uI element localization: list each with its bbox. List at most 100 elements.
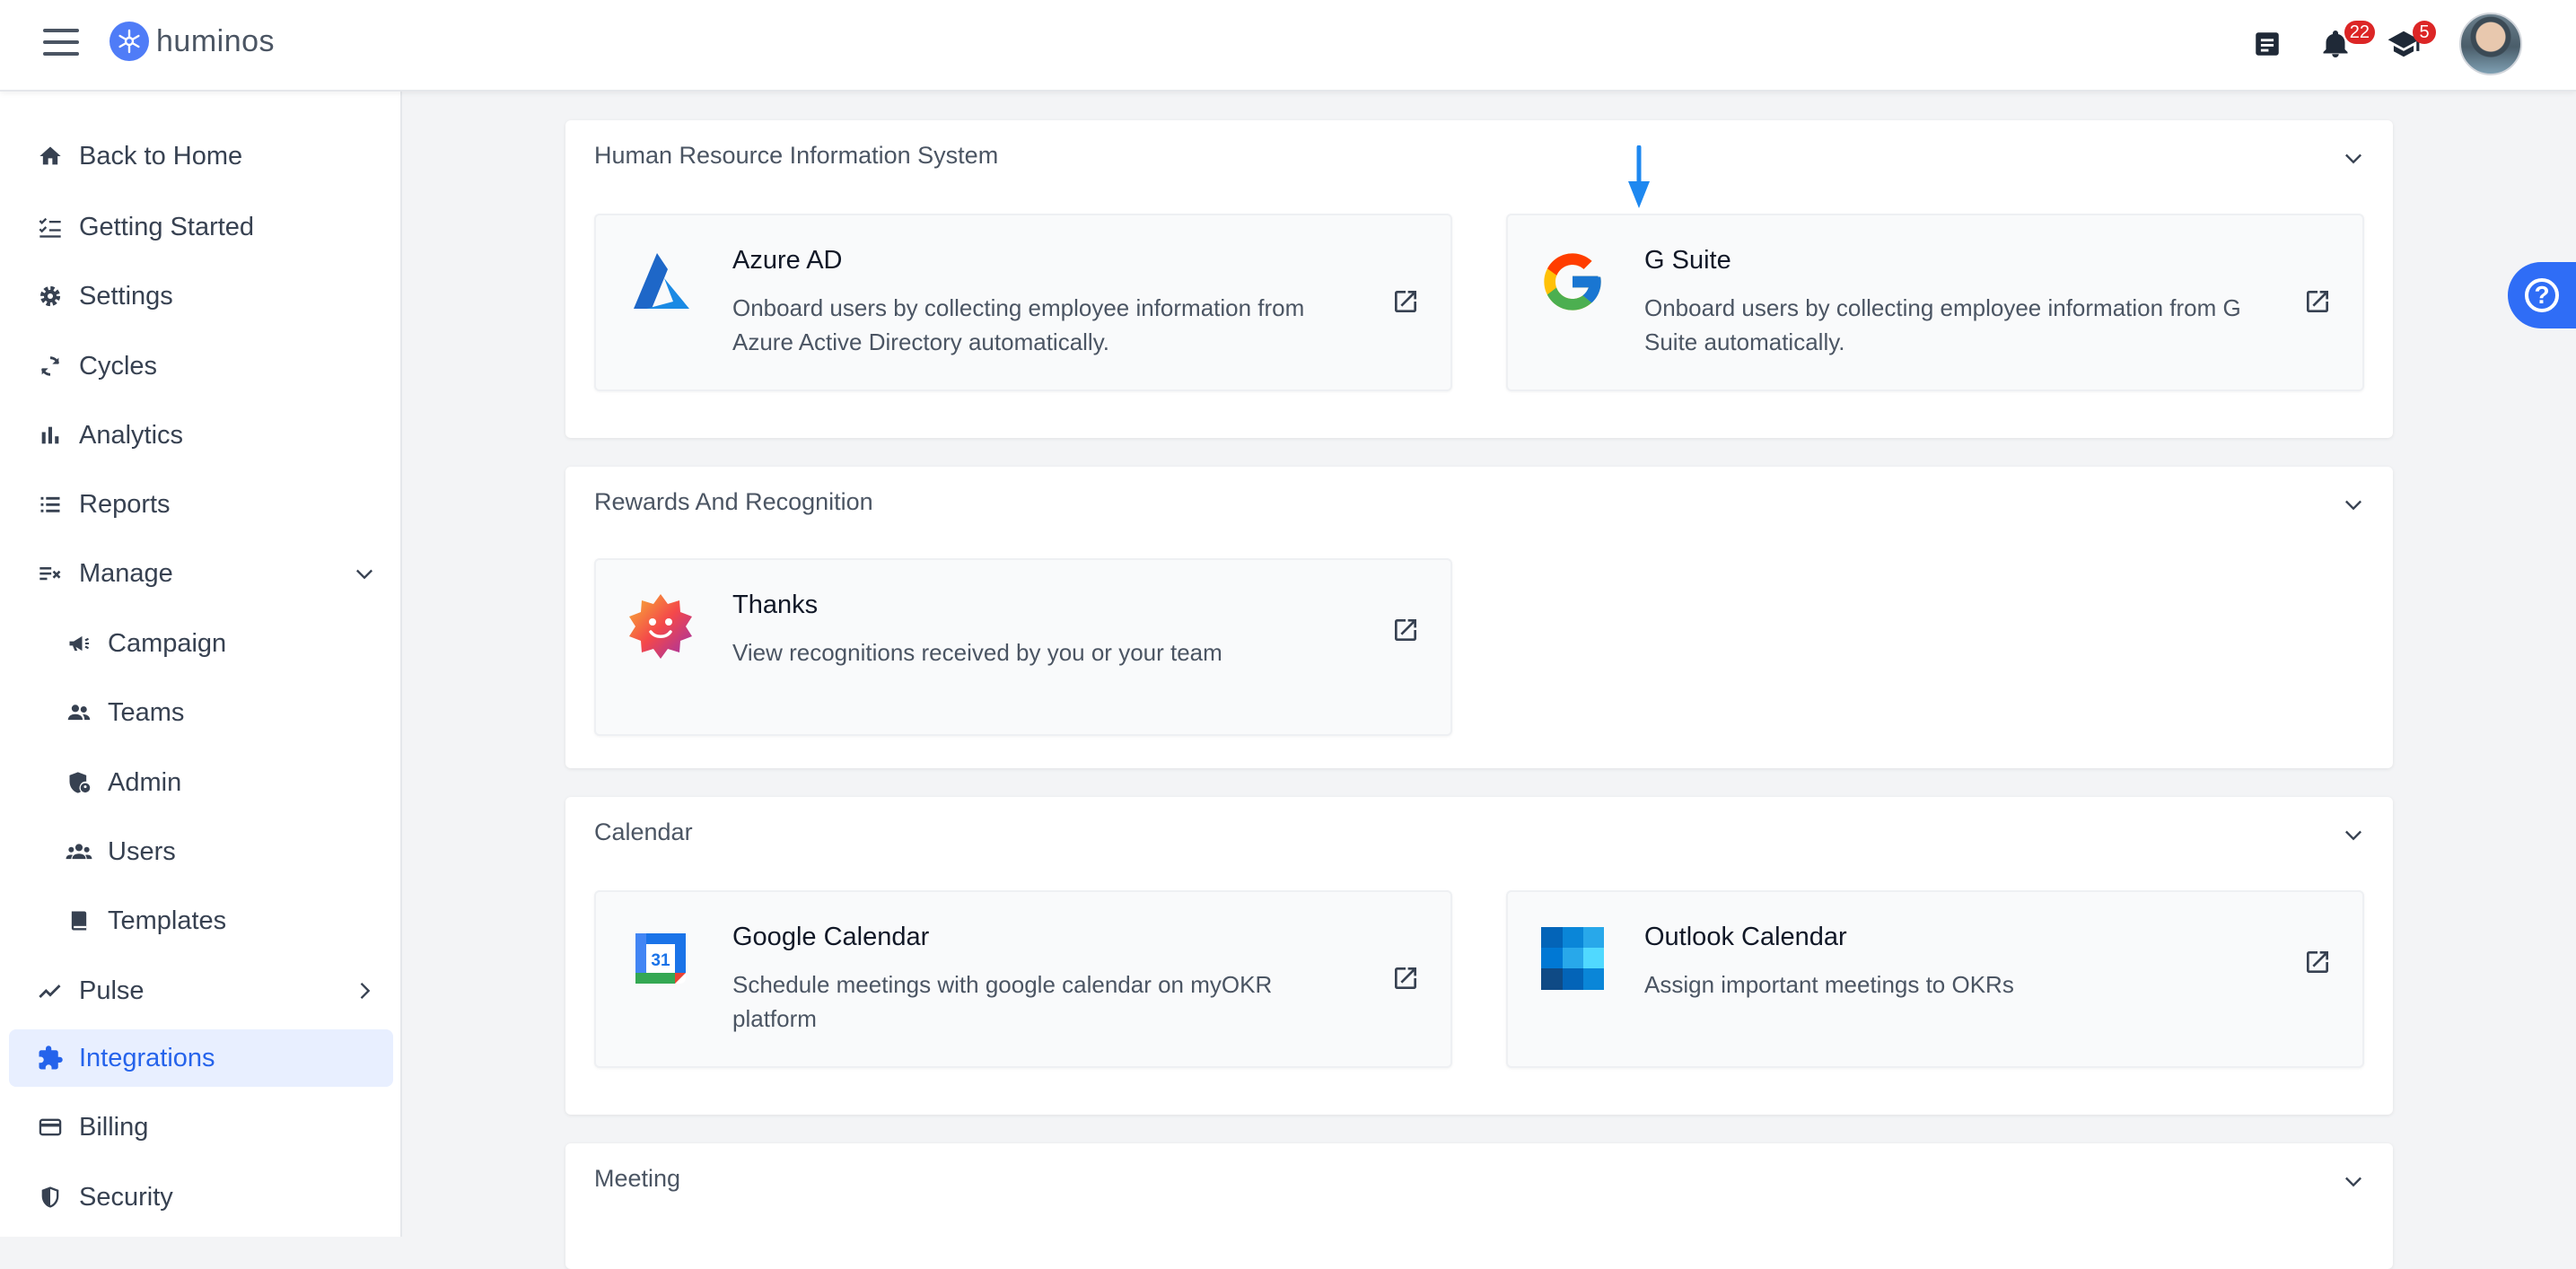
help-button[interactable]: ? [2508, 262, 2576, 328]
main-content: Human Resource Information System Azure … [402, 92, 2576, 1269]
integration-card-g-suite[interactable]: G Suite Onboard users by collecting empl… [1506, 214, 2364, 391]
sidebar-item-settings[interactable]: Settings [9, 267, 393, 325]
manage-icon [36, 559, 65, 588]
external-link-icon[interactable] [2303, 948, 2332, 976]
learning-badge: 5 [2413, 21, 2436, 44]
sidebar-item-templates[interactable]: Templates [9, 892, 393, 950]
pointer-arrow-icon [1628, 145, 1650, 208]
admin-shield-icon [65, 768, 93, 797]
azure-logo-icon [626, 248, 695, 316]
sidebar-item-integrations[interactable]: Integrations [9, 1029, 393, 1087]
calendar-day-number: 31 [651, 951, 670, 970]
notifications-bell-icon[interactable]: 22 [2316, 21, 2375, 64]
app-name: huminos [156, 23, 276, 58]
card-description: Assign important meetings to OKRs [1644, 971, 2014, 998]
notes-icon[interactable] [2247, 24, 2287, 64]
trend-icon [36, 976, 65, 1005]
section-title: Human Resource Information System [594, 142, 999, 169]
puzzle-icon [36, 1044, 65, 1072]
sidebar-item-label: Admin [108, 767, 182, 797]
shield-icon [36, 1183, 65, 1212]
outlook-calendar-logo-icon [1538, 924, 1607, 993]
sidebar-item-label: Manage [79, 558, 173, 588]
sidebar-item-billing[interactable]: Billing [9, 1098, 393, 1156]
external-link-icon[interactable] [1391, 287, 1420, 316]
card-title: G Suite [1644, 246, 1731, 275]
integration-card-azure-ad[interactable]: Azure AD Onboard users by collecting emp… [594, 214, 1452, 391]
list-icon [36, 490, 65, 519]
sidebar-item-security[interactable]: Security [9, 1168, 393, 1226]
book-icon [65, 906, 93, 935]
sidebar-item-label: Back to Home [79, 141, 243, 171]
sidebar-item-manage[interactable]: Manage [9, 545, 393, 602]
sidebar-item-label: Security [79, 1182, 173, 1212]
card-title: Google Calendar [732, 923, 930, 951]
user-avatar[interactable] [2459, 13, 2522, 75]
section-hris: Human Resource Information System Azure … [565, 120, 2393, 438]
huminos-logo-icon [110, 22, 149, 61]
sidebar-item-label: Campaign [108, 628, 227, 658]
sidebar-item-pulse[interactable]: Pulse [9, 962, 393, 1020]
bar-chart-icon [36, 421, 65, 450]
external-link-icon[interactable] [1391, 616, 1420, 644]
card-description: Onboard users by collecting employee inf… [1644, 294, 2241, 355]
sidebar-item-label: Pulse [79, 976, 145, 1005]
external-link-icon[interactable] [2303, 287, 2332, 316]
sidebar-item-users[interactable]: Users [9, 823, 393, 880]
app-logo[interactable]: huminos [110, 22, 275, 61]
sidebar-item-label: Users [108, 836, 176, 866]
chevron-down-icon[interactable] [2341, 1168, 2366, 1194]
megaphone-icon [65, 629, 93, 658]
sidebar-item-reports[interactable]: Reports [9, 476, 393, 533]
chevron-down-icon[interactable] [2341, 145, 2366, 171]
sidebar-item-label: Reports [79, 489, 171, 519]
gear-icon [36, 282, 65, 311]
sidebar-item-label: Analytics [79, 420, 184, 450]
integration-card-thanks[interactable]: Thanks View recognitions received by you… [594, 558, 1452, 736]
thanks-logo-icon [626, 592, 695, 661]
sidebar-item-label: Templates [108, 906, 227, 935]
card-description: Onboard users by collecting employee inf… [732, 294, 1305, 355]
sidebar: Back to Home Getting Started Settings Cy… [0, 92, 402, 1237]
cycle-icon [36, 352, 65, 381]
google-calendar-logo-icon: 31 [626, 924, 695, 993]
card-description: View recognitions received by you or you… [732, 639, 1222, 666]
sidebar-item-label: Cycles [79, 351, 158, 381]
card-icon [36, 1113, 65, 1142]
top-bar: huminos 22 5 [0, 0, 2576, 92]
section-calendar: Calendar 31 Google Calendar Schedule mee… [565, 797, 2393, 1115]
hamburger-menu-icon[interactable] [43, 29, 79, 59]
sidebar-item-label: Teams [108, 697, 185, 727]
users-icon [65, 837, 93, 866]
home-icon [36, 142, 65, 171]
learning-cap-icon[interactable]: 5 [2384, 21, 2436, 64]
section-rewards-and-recognition: Rewards And Recognition Thanks View reco… [565, 467, 2393, 768]
sidebar-item-teams[interactable]: Teams [9, 684, 393, 741]
sidebar-item-label: Billing [79, 1112, 149, 1142]
section-title: Rewards And Recognition [594, 488, 873, 515]
card-title: Azure AD [732, 246, 843, 275]
team-icon [65, 698, 93, 727]
sidebar-item-campaign[interactable]: Campaign [9, 615, 393, 672]
card-title: Outlook Calendar [1644, 923, 1847, 951]
chevron-down-icon[interactable] [2341, 822, 2366, 847]
sidebar-item-label: Settings [79, 281, 173, 311]
chevron-down-icon [356, 569, 372, 580]
notifications-badge: 22 [2344, 21, 2375, 44]
section-meeting: Meeting [565, 1143, 2393, 1269]
help-question-icon: ? [2525, 278, 2559, 312]
sidebar-item-label: Getting Started [79, 212, 255, 241]
integration-card-outlook-calendar[interactable]: Outlook Calendar Assign important meetin… [1506, 890, 2364, 1068]
sidebar-item-admin[interactable]: Admin [9, 754, 393, 811]
section-title: Meeting [594, 1165, 681, 1192]
sidebar-item-back-to-home[interactable]: Back to Home [9, 127, 393, 185]
chevron-down-icon[interactable] [2341, 492, 2366, 517]
sidebar-item-getting-started[interactable]: Getting Started [9, 198, 393, 256]
integration-card-google-calendar[interactable]: 31 Google Calendar Schedule meetings wit… [594, 890, 1452, 1068]
sidebar-item-label: Integrations [79, 1043, 215, 1072]
card-description: Schedule meetings with google calendar o… [732, 971, 1273, 1032]
sidebar-item-cycles[interactable]: Cycles [9, 337, 393, 395]
checklist-icon [36, 213, 65, 241]
external-link-icon[interactable] [1391, 964, 1420, 993]
sidebar-item-analytics[interactable]: Analytics [9, 407, 393, 464]
